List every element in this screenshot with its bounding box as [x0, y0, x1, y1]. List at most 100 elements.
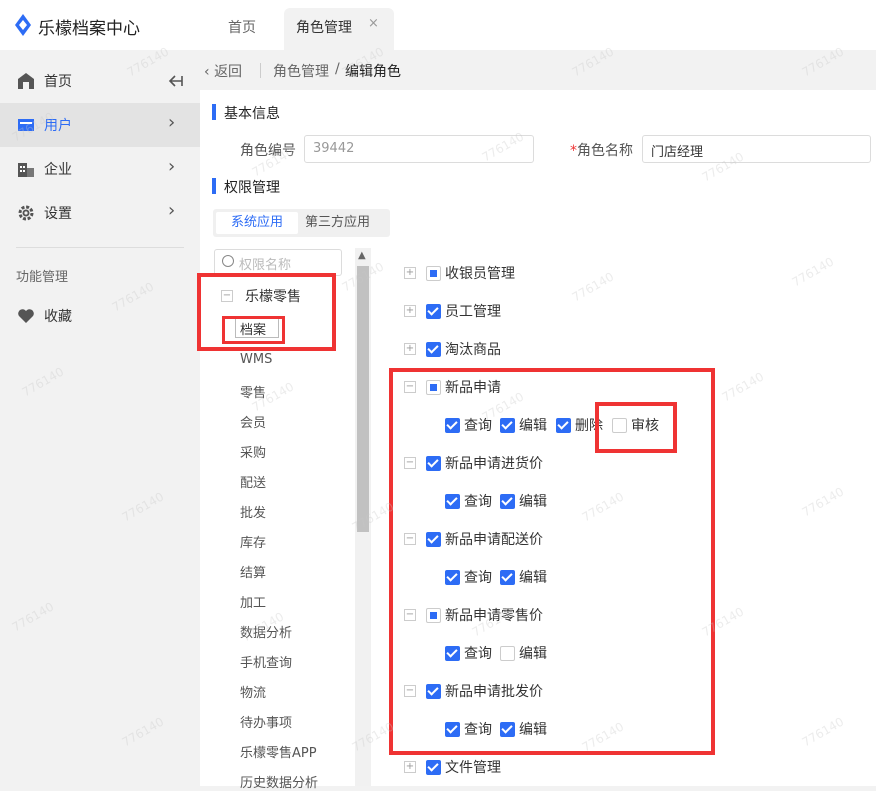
checkbox[interactable]	[612, 418, 627, 433]
tree-node-label[interactable]: 加工	[240, 592, 266, 611]
close-icon[interactable]: ×	[368, 16, 379, 31]
collapse-sidebar-icon[interactable]	[168, 72, 184, 90]
tab-system-apps[interactable]: 系统应用	[216, 212, 298, 234]
checkbox[interactable]	[500, 494, 515, 509]
section-marker	[212, 104, 216, 120]
role-name-input[interactable]: 门店经理	[642, 135, 871, 163]
tree-node-label[interactable]: 配送	[240, 472, 266, 491]
tree-node-label[interactable]: 会员	[240, 412, 266, 431]
gear-icon	[18, 205, 34, 221]
main-content: 基本信息 角色编号 39442 *角色名称 门店经理 权限管理 系统应用 第三方…	[200, 90, 876, 791]
section-marker	[212, 178, 216, 194]
permission-tabs: 系统应用 第三方应用	[213, 209, 390, 237]
permission-action-label: 编辑	[519, 570, 547, 586]
collapse-icon[interactable]: −	[404, 533, 416, 545]
permission-label: 文件管理	[445, 760, 501, 776]
checkbox[interactable]	[426, 342, 441, 357]
permission-label: 淘汰商品	[445, 342, 501, 358]
scrollbar-thumb[interactable]	[357, 266, 369, 532]
collapse-icon[interactable]: −	[404, 685, 416, 697]
role-name-label-text: 角色名称	[577, 143, 633, 159]
tree-node-label: 档案	[240, 323, 267, 338]
tree-node-label[interactable]: 库存	[240, 532, 266, 551]
search-icon	[222, 255, 234, 267]
permission-action-label: 查询	[464, 722, 492, 738]
checkbox[interactable]	[445, 646, 460, 661]
chevron-right-icon: ›	[168, 200, 176, 221]
sidebar-item-enterprise[interactable]: 企业 ›	[0, 147, 200, 191]
checkbox[interactable]	[426, 456, 441, 471]
permission-action-label: 查询	[464, 494, 492, 510]
collapse-icon[interactable]: −	[404, 457, 416, 469]
checkbox[interactable]	[500, 722, 515, 737]
permission-action-label: 编辑	[519, 494, 547, 510]
permission-action-label: 编辑	[519, 722, 547, 738]
expand-icon[interactable]: +	[404, 761, 416, 773]
back-button[interactable]: ‹ 返回	[204, 61, 242, 81]
checkbox[interactable]	[500, 570, 515, 585]
watermark: 776140	[9, 599, 57, 635]
app-title: 乐檬档案中心	[38, 19, 140, 39]
expand-icon[interactable]: +	[404, 305, 416, 317]
role-name-label: *角色名称	[570, 140, 633, 160]
tab-role-management[interactable]: 角色管理 ×	[284, 8, 394, 50]
tree-node-label[interactable]: WMS	[240, 352, 272, 367]
tab-third-party-apps[interactable]: 第三方应用	[305, 212, 370, 234]
search-placeholder: 权限名称	[239, 258, 292, 273]
checkbox[interactable]	[500, 646, 515, 661]
section-title-permission: 权限管理	[224, 180, 280, 196]
chevron-up-icon[interactable]: ▲	[358, 250, 366, 261]
checkbox[interactable]	[445, 494, 460, 509]
chevron-right-icon: ›	[168, 156, 176, 177]
checkbox[interactable]	[445, 722, 460, 737]
breadcrumb-separator: /	[335, 61, 340, 77]
breadcrumb-divider	[260, 63, 261, 78]
heart-icon	[18, 309, 34, 323]
checkbox[interactable]	[426, 304, 441, 319]
expand-icon[interactable]: +	[404, 267, 416, 279]
sidebar-section-title: 功能管理	[16, 270, 69, 285]
permission-search-input[interactable]: 权限名称	[214, 249, 342, 276]
checkbox[interactable]	[556, 418, 571, 433]
section-title-basic: 基本信息	[224, 106, 280, 122]
checkbox[interactable]	[426, 684, 441, 699]
tree-node-label[interactable]: 物流	[240, 682, 266, 701]
checkbox[interactable]	[426, 760, 441, 775]
tree-node-label[interactable]: 手机查询	[240, 652, 292, 671]
sidebar-item-label: 企业	[44, 162, 72, 178]
sidebar-item-label: 收藏	[44, 309, 72, 325]
collapse-icon[interactable]: −	[404, 381, 416, 393]
tree-node-label[interactable]: 待办事项	[240, 712, 292, 731]
sidebar-item-favorites[interactable]: 收藏	[0, 294, 200, 338]
required-mark: *	[570, 143, 577, 159]
chevron-right-icon: ›	[168, 112, 176, 133]
permission-label: 新品申请批发价	[445, 684, 543, 700]
tree-node-label[interactable]: 批发	[240, 502, 266, 521]
sidebar-item-settings[interactable]: 设置 ›	[0, 191, 200, 235]
tree-node-label[interactable]: 历史数据分析	[240, 772, 318, 791]
permission-label: 新品申请	[445, 380, 501, 396]
checkbox[interactable]	[426, 532, 441, 547]
breadcrumb-role-management[interactable]: 角色管理	[273, 61, 329, 81]
checkbox[interactable]	[426, 266, 441, 281]
back-label: 返回	[214, 64, 243, 80]
checkbox[interactable]	[500, 418, 515, 433]
expand-icon[interactable]: +	[404, 343, 416, 355]
checkbox[interactable]	[426, 380, 441, 395]
tree-node-label[interactable]: 乐檬零售APP	[240, 742, 317, 761]
sidebar-item-home[interactable]: 首页	[0, 59, 200, 103]
checkbox[interactable]	[445, 570, 460, 585]
checkbox[interactable]	[426, 608, 441, 623]
watermark: 776140	[19, 364, 67, 400]
breadcrumb: ‹ 返回 角色管理 / 编辑角色	[200, 50, 876, 90]
tree-node-label[interactable]: 结算	[240, 562, 266, 581]
checkbox[interactable]	[445, 418, 460, 433]
tree-node-label[interactable]: 采购	[240, 442, 266, 461]
permission-label: 新品申请配送价	[445, 532, 543, 548]
sidebar-item-label: 设置	[44, 206, 72, 222]
tab-home[interactable]: 首页	[228, 17, 256, 37]
permission-action-label: 编辑	[519, 418, 547, 434]
permission-label: 员工管理	[445, 304, 501, 320]
collapse-icon[interactable]: −	[404, 609, 416, 621]
collapse-icon[interactable]: −	[221, 290, 233, 302]
